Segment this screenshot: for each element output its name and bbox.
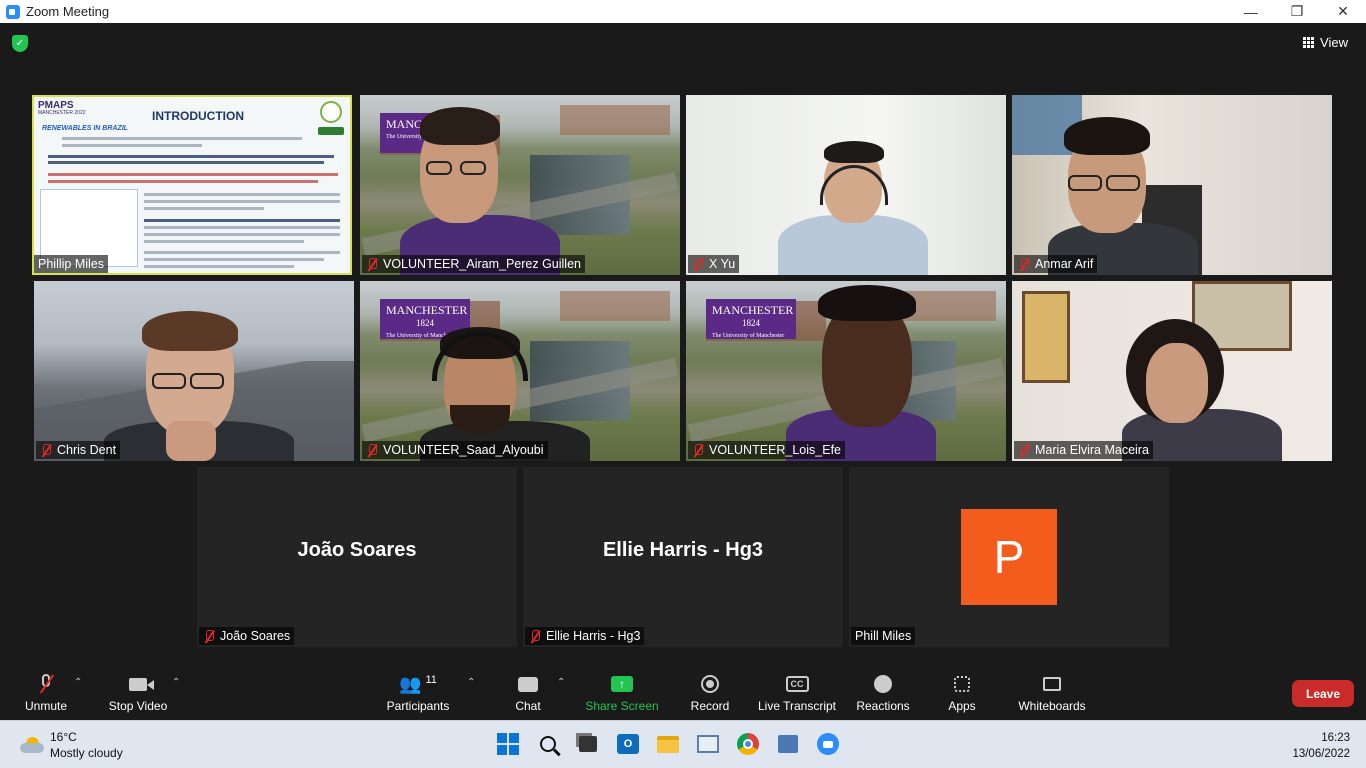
leave-button[interactable]: Leave [1292, 680, 1354, 707]
weather-widget[interactable]: 16°C Mostly cloudy [20, 729, 123, 761]
manchester-logo: MANCHESTER 1824 The University of Manchest… [706, 299, 796, 339]
participant-name: Phillip Miles [34, 255, 108, 273]
video-tile-ellie-harris[interactable]: Ellie Harris - Hg3 Ellie Harris - Hg3 [523, 467, 843, 647]
smiley-plus-icon [874, 675, 892, 693]
close-button[interactable]: ✕ [1320, 0, 1366, 23]
weather-condition: Mostly cloudy [50, 746, 123, 760]
video-tile-chris-dent[interactable]: Chris Dent [34, 281, 354, 461]
participants-options-chevron-icon[interactable]: ⌃ [467, 677, 475, 688]
search-icon[interactable] [534, 730, 562, 758]
system-clock[interactable]: 16:23 13/06/2022 [1292, 730, 1350, 762]
mic-muted-icon [1018, 257, 1030, 271]
audio-options-chevron-icon[interactable]: ⌃ [74, 677, 82, 688]
reactions-button[interactable]: Reactions [856, 673, 910, 713]
mic-muted-icon [692, 443, 704, 457]
mic-muted-icon [692, 257, 704, 271]
video-tile-saad[interactable]: MANCHESTER 1824 The University of Manchest… [360, 281, 680, 461]
participant-name: VOLUNTEER_Saad_Alyoubi [362, 441, 548, 459]
participant-name: Maria Elvira Maceira [1014, 441, 1153, 459]
network-app-icon[interactable] [774, 730, 802, 758]
weather-temperature: 16°C [50, 730, 77, 744]
windows-taskbar: 16°C Mostly cloudy O 16:23 13/06/2022 [0, 720, 1366, 768]
window-title: Zoom Meeting [26, 4, 110, 19]
participant-name: Ellie Harris - Hg3 [525, 627, 645, 645]
task-view-icon[interactable] [574, 730, 602, 758]
video-tile-x-yu[interactable]: X Yu [686, 95, 1006, 275]
chat-options-chevron-icon[interactable]: ⌃ [557, 677, 565, 688]
participant-count: 11 [425, 674, 437, 686]
minimize-button[interactable]: — [1228, 0, 1274, 23]
slide-logo-sub: MANCHESTER 2022 [38, 110, 86, 116]
video-tile-joao-soares[interactable]: João Soares João Soares [197, 467, 517, 647]
view-button[interactable]: View [1303, 35, 1348, 50]
partly-cloudy-icon [20, 737, 44, 753]
avatar: P [961, 509, 1057, 605]
windows-start-icon[interactable] [494, 730, 522, 758]
video-tile-phillip-miles[interactable]: PMAPS MANCHESTER 2022 INTRODUCTION RENEW… [32, 95, 352, 275]
record-button[interactable]: Record [690, 673, 730, 713]
whiteboard-icon [1043, 677, 1061, 691]
slide-sponsor-logo [318, 127, 344, 135]
video-tile-airam[interactable]: MANCHESTERThe University of Manchester V… [360, 95, 680, 275]
video-tile-anmar-arif[interactable]: Anmar Arif [1012, 95, 1332, 275]
mic-muted-icon [38, 674, 55, 694]
participant-name: VOLUNTEER_Airam_Perez Guillen [362, 255, 585, 273]
video-options-chevron-icon[interactable]: ⌃ [172, 677, 180, 688]
resource-monitor-icon[interactable] [694, 730, 722, 758]
security-shield-icon[interactable]: ✓ [12, 35, 28, 52]
participant-name: Anmar Arif [1014, 255, 1098, 273]
video-tile-lois-efe[interactable]: MANCHESTER 1824 The University of Manchest… [686, 281, 1006, 461]
video-tile-phill-miles[interactable]: P Phill Miles [849, 467, 1169, 647]
clock-time: 16:23 [1321, 732, 1350, 744]
stop-video-button[interactable]: Stop Video [108, 673, 168, 713]
zoom-app-icon [6, 4, 20, 19]
participant-name: X Yu [688, 255, 740, 273]
slide-emblem-icon [320, 101, 342, 123]
video-camera-icon [129, 677, 154, 691]
record-icon [701, 675, 719, 693]
apps-grid-icon [954, 676, 970, 692]
mic-muted-icon [366, 257, 378, 271]
clock-date: 13/06/2022 [1292, 748, 1350, 760]
taskbar-apps: O [494, 730, 842, 758]
grid-view-icon [1303, 37, 1315, 48]
window-titlebar: Zoom Meeting — ❐ ✕ [0, 0, 1366, 23]
file-explorer-icon[interactable] [654, 730, 682, 758]
slide-section: RENEWABLES IN BRAZIL [42, 125, 128, 132]
closed-caption-icon: CC [785, 676, 809, 692]
participant-name: João Soares [199, 627, 295, 645]
mic-muted-icon [366, 443, 378, 457]
slide-title: INTRODUCTION [152, 109, 244, 123]
video-tile-maria-elvira[interactable]: Maria Elvira Maceira [1012, 281, 1332, 461]
participants-button[interactable]: 👥 11 Participants [386, 673, 450, 714]
unmute-button[interactable]: Unmute [24, 673, 68, 713]
shared-slide: PMAPS MANCHESTER 2022 INTRODUCTION RENEW… [32, 95, 352, 275]
zoom-taskbar-icon[interactable] [814, 730, 842, 758]
chat-button[interactable]: Chat [512, 673, 544, 713]
participant-display-name: João Soares [297, 539, 417, 561]
share-screen-icon: ↑ [611, 676, 633, 692]
participants-icon: 👥 [399, 673, 422, 694]
mic-muted-icon [529, 629, 541, 643]
view-label: View [1320, 35, 1348, 50]
share-screen-button[interactable]: ↑ Share Screen [585, 673, 659, 713]
live-transcript-button[interactable]: CC Live Transcript [758, 673, 836, 713]
participant-name: VOLUNTEER_Lois_Efe [688, 441, 846, 459]
whiteboards-button[interactable]: Whiteboards [1017, 673, 1087, 713]
meeting-area: ✓ View PMAPS MANCHESTER 2022 INTRODUCTIO… [0, 23, 1366, 720]
participant-name: Phill Miles [851, 627, 916, 645]
participant-name: Chris Dent [36, 441, 121, 459]
mic-muted-icon [1018, 443, 1030, 457]
chat-bubble-icon [518, 676, 538, 692]
meeting-toolbar: Unmute ⌃ Stop Video ⌃ 👥 11 Participants … [0, 665, 1366, 720]
window-controls: — ❐ ✕ [1228, 0, 1366, 23]
chrome-icon[interactable] [734, 730, 762, 758]
mic-muted-icon [40, 443, 52, 457]
apps-button[interactable]: Apps [946, 673, 978, 713]
restore-button[interactable]: ❐ [1274, 0, 1320, 23]
outlook-icon[interactable]: O [614, 730, 642, 758]
mic-muted-icon [203, 629, 215, 643]
participant-display-name: Ellie Harris - Hg3 [602, 539, 764, 561]
